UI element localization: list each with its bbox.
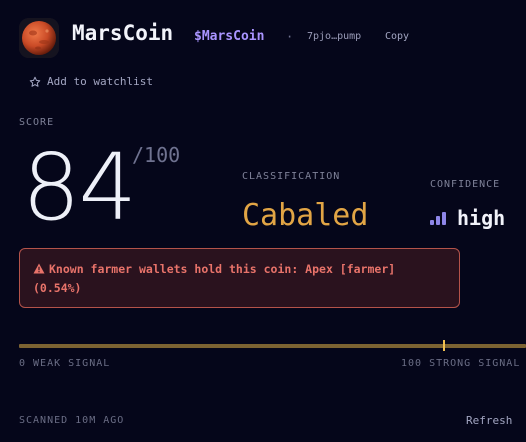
star-outline-icon: [29, 76, 41, 87]
mars-planet-icon: [19, 18, 59, 58]
confidence-value: high: [457, 206, 506, 230]
watchlist-label: Add to watchlist: [47, 75, 153, 88]
confidence-label: CONFIDENCE: [430, 179, 501, 190]
separator-dot: ·: [286, 30, 294, 44]
copy-address-button[interactable]: Copy: [385, 29, 409, 45]
confidence-indicator: high: [430, 205, 505, 231]
scale-max-label: 100 STRONG SIGNAL: [401, 358, 521, 369]
score-value: 84: [22, 134, 137, 241]
farmer-warning-alert: Known farmer wallets hold this coin: Ape…: [19, 248, 460, 308]
coin-name: MarsCoin: [72, 21, 174, 45]
score-label: SCORE: [19, 117, 55, 128]
classification-value: Cabaled: [242, 198, 369, 233]
alert-message: Known farmer wallets hold this coin: Ape…: [33, 260, 447, 298]
alert-text: Known farmer wallets hold this coin: Ape…: [33, 262, 396, 295]
scale-min-label: 0 WEAK SIGNAL: [19, 358, 111, 369]
refresh-button[interactable]: Refresh: [466, 413, 512, 429]
score-max: /100: [132, 143, 181, 167]
signal-bars-icon: [430, 211, 446, 225]
contract-address: 7pjo…pump: [307, 31, 362, 42]
warning-icon: [33, 263, 45, 274]
signal-marker: [443, 340, 445, 351]
signal-track: [19, 344, 526, 348]
classification-label: CLASSIFICATION: [242, 171, 341, 182]
scanned-timestamp: SCANNED 10M AGO: [19, 415, 125, 426]
coin-avatar: [19, 18, 59, 58]
coin-ticker: $MarsCoin: [194, 29, 265, 44]
add-to-watchlist-button[interactable]: Add to watchlist: [29, 74, 153, 90]
